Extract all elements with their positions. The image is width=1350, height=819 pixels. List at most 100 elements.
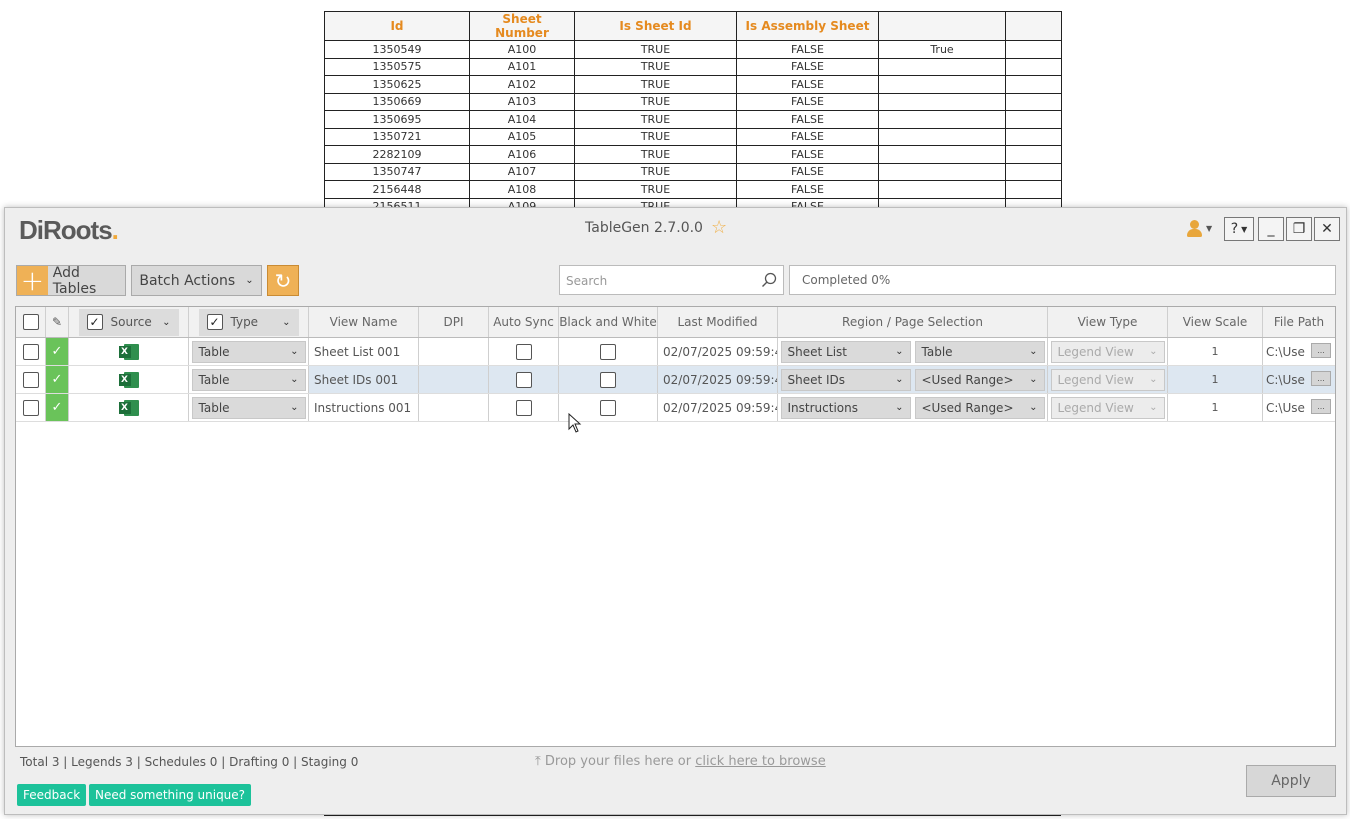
view-scale-cell[interactable]: 1 bbox=[1168, 338, 1263, 365]
sheet-cell: FALSE bbox=[736, 40, 879, 59]
auto-sync-header[interactable]: Auto Sync bbox=[489, 307, 559, 337]
browse-link[interactable]: click here to browse bbox=[695, 754, 825, 769]
region-cell: Instructions ⌄ <Used Range> ⌄ bbox=[778, 394, 1048, 421]
browse-path-button[interactable]: ... bbox=[1311, 371, 1331, 386]
view-scale-cell[interactable]: 1 bbox=[1168, 394, 1263, 421]
batch-actions-dropdown[interactable]: Batch Actions ⌄ bbox=[131, 265, 262, 296]
source-filter[interactable]: ✓ Source ⌄ bbox=[78, 308, 179, 336]
view-type-dropdown: Legend View ⌄ bbox=[1050, 396, 1165, 419]
browse-path-button[interactable]: ... bbox=[1311, 343, 1331, 358]
sheet-row: 1350625 A102 TRUE FALSE bbox=[324, 75, 1062, 94]
sheet-cell bbox=[1005, 92, 1062, 111]
user-icon[interactable]: ▼ bbox=[1185, 218, 1215, 240]
sheet-cell: TRUE bbox=[574, 40, 737, 59]
view-type-dropdown: Legend View ⌄ bbox=[1050, 368, 1165, 391]
type-dropdown[interactable]: Table ⌄ bbox=[191, 368, 306, 391]
type-dropdown[interactable]: Table ⌄ bbox=[191, 340, 306, 363]
dpi-cell[interactable] bbox=[419, 366, 489, 393]
feedback-button[interactable]: Feedback bbox=[17, 784, 87, 806]
row-checkbox[interactable] bbox=[22, 399, 39, 416]
excel-icon[interactable]: X bbox=[118, 343, 139, 361]
page-dropdown[interactable]: <Used Range> ⌄ bbox=[914, 368, 1045, 391]
type-value: Table bbox=[198, 400, 230, 415]
excel-icon[interactable]: X bbox=[118, 399, 139, 417]
type-checkbox[interactable]: ✓ bbox=[206, 314, 223, 330]
last-modified-header[interactable]: Last Modified bbox=[658, 307, 778, 337]
region-header[interactable]: Region / Page Selection bbox=[778, 307, 1048, 337]
page-dropdown[interactable]: <Used Range> ⌄ bbox=[914, 396, 1045, 419]
minimize-button[interactable]: _ bbox=[1258, 217, 1284, 241]
black-white-checkbox[interactable] bbox=[600, 343, 616, 360]
search-box[interactable] bbox=[559, 265, 784, 295]
add-tables-button[interactable]: + Add Tables bbox=[16, 265, 126, 297]
close-button[interactable]: ✕ bbox=[1314, 217, 1340, 241]
view-name-cell[interactable]: Instructions 001 bbox=[309, 394, 419, 421]
refresh-button[interactable]: ↻ bbox=[267, 265, 299, 296]
auto-sync-cell bbox=[489, 366, 559, 393]
chevron-down-icon: ⌄ bbox=[1029, 346, 1038, 357]
auto-sync-checkbox[interactable] bbox=[515, 371, 532, 388]
file-path-header[interactable]: File Path bbox=[1263, 307, 1335, 337]
apply-button[interactable]: Apply bbox=[1246, 765, 1336, 797]
region-dropdown[interactable]: Instructions ⌄ bbox=[780, 396, 911, 419]
sheet-cell: 1350721 bbox=[324, 127, 470, 146]
search-input[interactable] bbox=[566, 272, 756, 290]
black-white-header[interactable]: Black and White bbox=[559, 307, 658, 337]
check-icon: ✓ bbox=[51, 344, 63, 359]
dpi-header[interactable]: DPI bbox=[419, 307, 489, 337]
sheet-header-cell: Sheet Number bbox=[469, 11, 575, 41]
sheet-cell bbox=[1005, 180, 1062, 199]
view-name-cell[interactable]: Sheet List 001 bbox=[309, 338, 419, 365]
need-something-unique-button[interactable]: Need something unique? bbox=[89, 784, 252, 806]
chevron-down-icon: ⌄ bbox=[895, 374, 904, 385]
region-dropdown[interactable]: Sheet List ⌄ bbox=[780, 340, 911, 363]
region-dropdown[interactable]: Sheet IDs ⌄ bbox=[780, 368, 911, 391]
table-row[interactable]: ✓ X Table ⌄ Sheet List 001 02/07/2025 09:59:4… bbox=[16, 338, 1335, 366]
chevron-down-icon: ⌄ bbox=[245, 275, 254, 286]
black-white-checkbox[interactable] bbox=[600, 399, 616, 416]
chevron-down-icon: ⌄ bbox=[895, 402, 904, 413]
table-row[interactable]: ✓ X Table ⌄ Instructions 001 02/07/2025 09:59… bbox=[16, 394, 1335, 422]
auto-sync-checkbox[interactable] bbox=[515, 343, 532, 360]
sheet-cell: TRUE bbox=[574, 145, 737, 164]
view-scale-header[interactable]: View Scale bbox=[1168, 307, 1263, 337]
page-dropdown[interactable]: Table ⌄ bbox=[914, 340, 1045, 363]
view-name-cell[interactable]: Sheet IDs 001 bbox=[309, 366, 419, 393]
excel-icon[interactable]: X bbox=[118, 371, 139, 389]
chevron-down-icon: ⌄ bbox=[162, 316, 171, 328]
select-all-cell bbox=[16, 307, 46, 337]
table-row[interactable]: ✓ X Table ⌄ Sheet IDs 001 02/07/2025 09:59:4 S… bbox=[16, 366, 1335, 394]
last-modified-cell: 02/07/2025 09:59:4 bbox=[658, 366, 778, 393]
file-path-cell: C:\Use... bbox=[1263, 366, 1335, 393]
source-header: ✓ Source ⌄ bbox=[69, 307, 189, 337]
dpi-cell[interactable] bbox=[419, 394, 489, 421]
type-dropdown[interactable]: Table ⌄ bbox=[191, 396, 306, 419]
browse-path-button[interactable]: ... bbox=[1311, 399, 1331, 414]
view-scale-cell[interactable]: 1 bbox=[1168, 366, 1263, 393]
sheet-cell: 1350695 bbox=[324, 110, 470, 129]
black-white-checkbox[interactable] bbox=[600, 371, 616, 388]
sheet-cell: FALSE bbox=[736, 180, 879, 199]
type-filter[interactable]: ✓ Type ⌄ bbox=[198, 308, 299, 336]
tables-grid: ✎ ✓ Source ⌄ ✓ Type ⌄ View Name DPI Auto… bbox=[15, 306, 1336, 747]
search-icon[interactable] bbox=[761, 272, 777, 288]
sheet-cell: FALSE bbox=[736, 75, 879, 94]
row-checkbox[interactable] bbox=[22, 371, 39, 388]
source-checkbox[interactable]: ✓ bbox=[86, 314, 103, 330]
refresh-icon: ↻ bbox=[274, 268, 292, 293]
dpi-cell[interactable] bbox=[419, 338, 489, 365]
view-type-header[interactable]: View Type bbox=[1048, 307, 1168, 337]
grid-header-row: ✎ ✓ Source ⌄ ✓ Type ⌄ View Name DPI Auto… bbox=[16, 307, 1335, 338]
page-value: <Used Range> bbox=[921, 400, 1014, 415]
sheet-row: 2156448 A108 TRUE FALSE bbox=[324, 180, 1062, 199]
star-icon[interactable]: ☆ bbox=[711, 219, 727, 237]
auto-sync-checkbox[interactable] bbox=[515, 399, 532, 416]
restore-button[interactable]: ❐ bbox=[1286, 217, 1312, 241]
row-checkbox[interactable] bbox=[22, 343, 39, 360]
view-name-header[interactable]: View Name bbox=[309, 307, 419, 337]
region-value: Sheet List bbox=[787, 344, 847, 359]
help-button[interactable]: ? ▼ bbox=[1224, 217, 1254, 241]
drop-zone[interactable]: ⤒ Drop your files here or click here to … bbox=[535, 754, 826, 769]
select-all-checkbox[interactable] bbox=[22, 314, 39, 330]
view-type-value: Legend View bbox=[1057, 344, 1134, 359]
